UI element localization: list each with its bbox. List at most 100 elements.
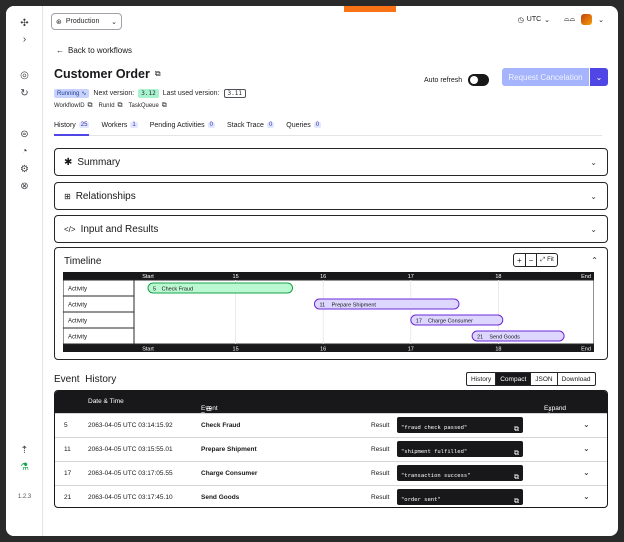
summary-title: Summary — [77, 156, 121, 168]
expand-chevron-icon[interactable]: › — [18, 33, 31, 46]
namespaces-icon[interactable]: ⊜ — [18, 128, 31, 141]
copy-icon[interactable]: ⧉ — [514, 449, 519, 458]
result-label: Result — [371, 446, 390, 453]
view-compact[interactable]: Compact — [496, 373, 532, 385]
fit-button[interactable]: ⤢ Fit — [537, 254, 556, 266]
tab-stack-trace[interactable]: Stack Trace 0 — [227, 122, 275, 136]
result-value: "order sent" ⧉ — [397, 489, 523, 505]
input-results-accordion[interactable]: </> Input and Results ⌄ — [54, 215, 608, 243]
copy-icon: ⧉ — [85, 102, 93, 109]
tab-queries[interactable]: Queries 0 — [286, 122, 322, 136]
timeline-event-name: Check Fraud — [162, 286, 194, 292]
timezone-label: UTC — [526, 16, 542, 23]
id-copy-row: WorkflowID ⧉ RunId ⧉ TaskQueue ⧉ — [54, 102, 167, 110]
nav-rail: ✣ › ◎ ↻ ⊜ ◔ ⚙ ⊗ ⇡ ⚗ 1.2.3 — [6, 6, 43, 536]
copy-task-queue[interactable]: TaskQueue ⧉ — [128, 102, 166, 110]
running-icon: ∿ — [81, 91, 87, 97]
zoom-in-button[interactable]: + — [514, 254, 526, 266]
copy-icon[interactable]: ⧉ — [155, 69, 161, 79]
namespace-select[interactable]: ⊛ Production ⌄ — [51, 13, 122, 30]
workflow-id-label: WorkflowID — [54, 103, 85, 109]
result-value: "fraud check passed" ⧉ — [397, 417, 523, 433]
task-queue-label: TaskQueue — [128, 103, 159, 109]
chevron-down-icon: ⌄ — [595, 72, 603, 82]
logo-icon[interactable]: ✣ — [18, 17, 31, 30]
tab-workers[interactable]: Workers 1 — [101, 122, 138, 136]
timeline-tick-label: Start — [142, 274, 154, 280]
code-icon: </> — [64, 224, 76, 234]
schedules-icon[interactable]: ↻ — [18, 87, 31, 100]
result-label: Result — [371, 470, 390, 477]
tab-label: Pending Activities — [149, 122, 205, 129]
timezone-select[interactable]: ◷ UTC ⌄ — [518, 16, 550, 24]
rocket-icon[interactable]: ⇡ — [18, 444, 31, 457]
labs-icon[interactable]: ⚗ — [18, 461, 31, 474]
event-date: 2063-04-05 UTC 03:15:55.01 — [88, 446, 173, 453]
fit-label: Fit — [547, 257, 554, 263]
copy-icon[interactable]: ⧉ — [514, 425, 519, 434]
copy-run-id[interactable]: RunId ⧉ — [99, 102, 123, 110]
user-menu[interactable]: ⌓⌓ ⌄ — [564, 14, 604, 25]
relationships-title: Relationships — [75, 190, 136, 202]
back-label: Back to workflows — [68, 46, 133, 55]
header-right: ◷ UTC ⌄ ⌓⌓ ⌄ — [518, 14, 604, 25]
avatar — [581, 14, 593, 25]
timeline-tick-label: 18 — [495, 347, 501, 353]
timeline-tick-label: 17 — [408, 274, 414, 280]
tab-count: 0 — [266, 122, 275, 128]
next-version-label: Next version: — [93, 90, 135, 97]
zoom-out-button[interactable]: − — [526, 254, 538, 266]
timeline-title: Timeline — [64, 256, 102, 267]
table-row[interactable]: 17 2063-04-05 UTC 03:17:05.55 Charge Consu… — [55, 461, 607, 485]
copy-workflow-id[interactable]: WorkflowID ⧉ — [54, 102, 93, 110]
result-text: "order sent" — [401, 497, 441, 503]
event-id: 21 — [64, 494, 72, 501]
result-label: Result — [371, 422, 390, 429]
timeline-tick-label: Start — [142, 347, 154, 353]
last-version-label: Last used version: — [162, 90, 220, 97]
settings-icon[interactable]: ⚙ — [18, 163, 31, 176]
tab-pending-activities[interactable]: Pending Activities 0 — [150, 122, 215, 136]
clock-icon: ◷ — [517, 16, 524, 24]
summary-accordion[interactable]: ✱ Summary ⌄ — [54, 148, 608, 176]
table-row[interactable]: 21 2063-04-05 UTC 03:17:45.10 Send Goods Re… — [55, 485, 607, 507]
chevron-up-icon[interactable]: ⌃ — [591, 256, 598, 265]
hierarchy-icon: ⊞ — [64, 191, 71, 201]
table-row[interactable]: 11 2063-04-05 UTC 03:15:55.01 Prepare Ship… — [55, 437, 607, 461]
copy-icon[interactable]: ⧉ — [514, 497, 519, 506]
download-button[interactable]: Download — [558, 373, 595, 385]
event-id: 17 — [64, 470, 72, 477]
tab-count: 25 — [78, 122, 90, 128]
chevron-down-icon[interactable]: ⌄ — [583, 492, 590, 501]
workflows-icon[interactable]: ◎ — [18, 69, 31, 82]
archive-icon[interactable]: ⊗ — [18, 180, 31, 193]
view-json[interactable]: JSON — [531, 373, 558, 385]
view-history[interactable]: History — [467, 373, 497, 385]
dashboard-icon[interactable]: ◔ — [18, 145, 31, 158]
workflow-title: Customer Order — [54, 67, 150, 81]
timeline-event-name: Send Goods — [489, 334, 520, 340]
timeline-row-label: Activity — [68, 319, 87, 325]
status-label: Running — [57, 90, 80, 97]
copy-icon[interactable]: ⧉ — [514, 473, 519, 482]
chevron-down-icon[interactable]: ⌄ — [583, 420, 590, 429]
table-header: Date & Time Event Type ☰ Expand all ⌄ — [55, 391, 607, 419]
status-badge: Running ∿ — [54, 89, 90, 98]
actions-dropdown-button[interactable]: ⌄ — [590, 68, 608, 86]
timeline-panel: Timeline + − ⤢ Fit ⌃ Start Start 15 15 16 16 17… — [54, 247, 608, 360]
timeline-row-label: Activity — [68, 287, 87, 293]
auto-refresh-toggle[interactable] — [468, 74, 490, 86]
request-cancel-button[interactable]: Request Cancelation — [502, 68, 589, 86]
back-link[interactable]: ← Back to workflows — [56, 46, 132, 55]
tab-label: Queries — [286, 122, 311, 129]
timeline-tick-label: 18 — [495, 274, 501, 280]
tab-label: Workers — [101, 122, 128, 129]
app-version: 1.2.3 — [17, 494, 32, 500]
timeline-tick-label: End — [581, 274, 591, 280]
relationships-accordion[interactable]: ⊞ Relationships ⌄ — [54, 182, 608, 210]
tab-history[interactable]: History 25 — [54, 122, 90, 136]
chevron-down-icon[interactable]: ⌄ — [583, 468, 590, 477]
table-row[interactable]: 5 2063-04-05 UTC 03:14:15.92 Check Fraud Re… — [55, 413, 607, 437]
chevron-down-icon: ⌄ — [590, 191, 597, 201]
chevron-down-icon[interactable]: ⌄ — [583, 444, 590, 453]
